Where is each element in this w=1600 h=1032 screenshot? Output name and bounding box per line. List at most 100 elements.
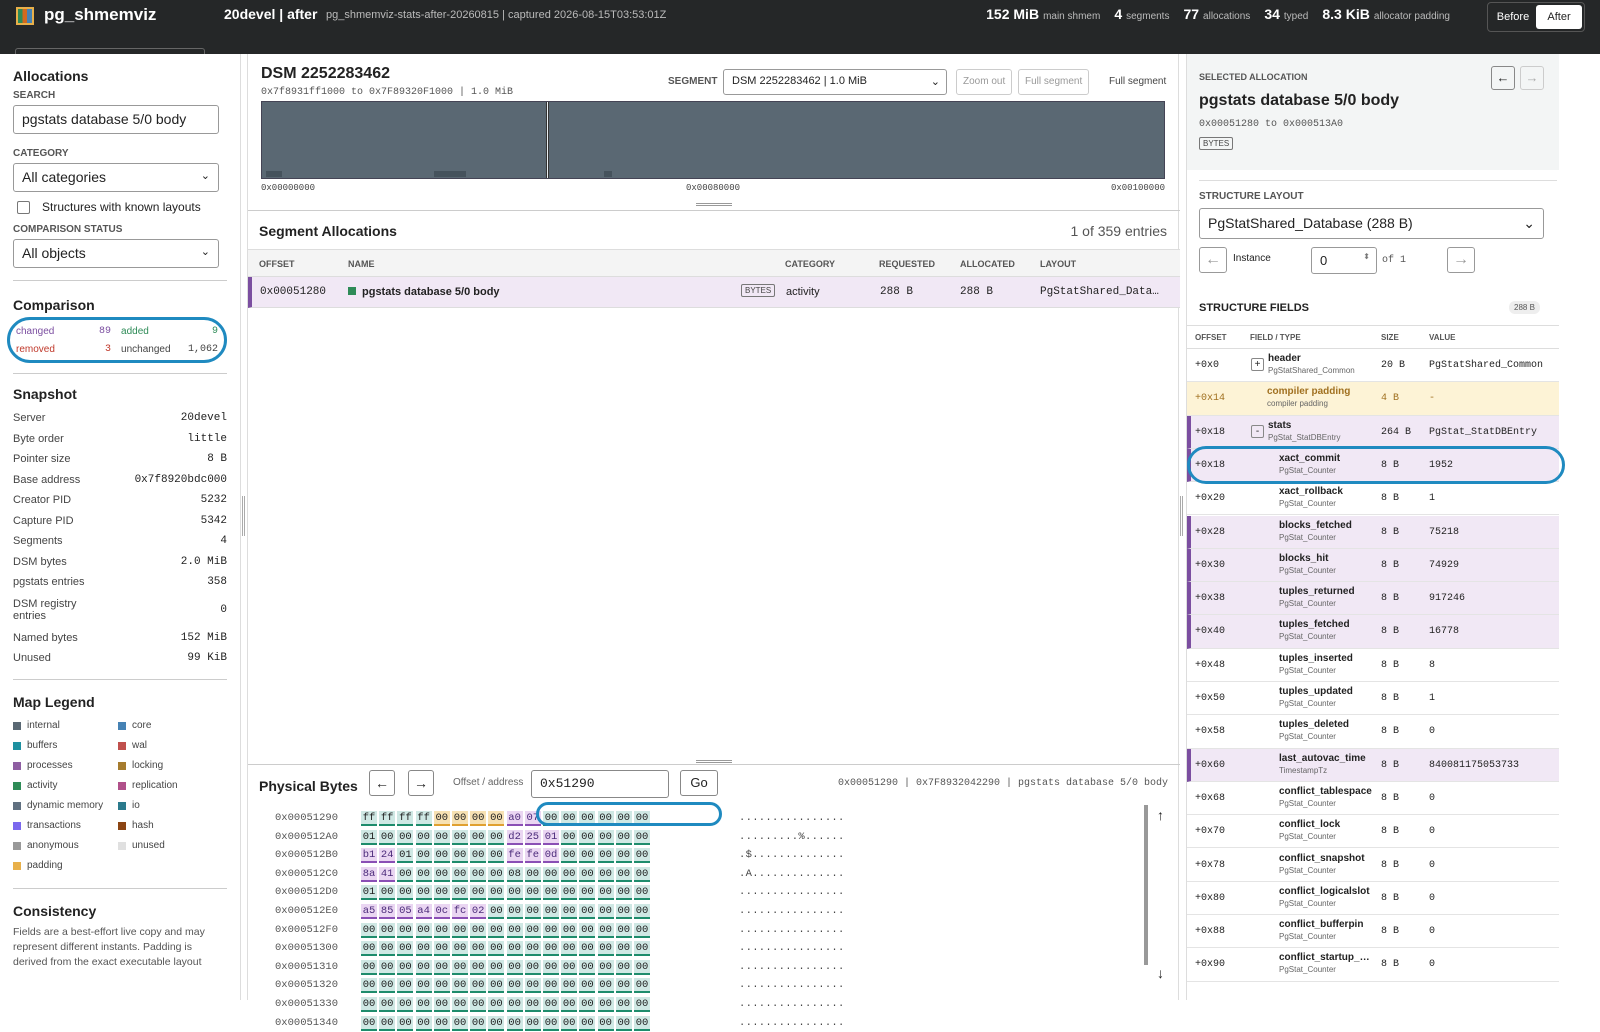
hex-byte[interactable]: 00 [379, 997, 396, 1012]
hex-byte[interactable]: 00 [488, 978, 505, 994]
field-row[interactable]: +0x58 tuples_deleted PgStat_Counter 8 B 0 [1187, 715, 1559, 749]
after-button[interactable]: After [1536, 5, 1582, 29]
hex-byte[interactable]: 00 [543, 997, 559, 1012]
hex-byte[interactable]: 00 [433, 811, 450, 826]
hex-byte[interactable]: 00 [561, 941, 578, 957]
hex-byte[interactable]: 85 [379, 904, 396, 919]
instance-next-button[interactable]: → [1447, 247, 1475, 273]
hex-byte[interactable]: 00 [488, 1015, 505, 1031]
hex-byte[interactable]: 00 [579, 866, 596, 882]
hex-byte[interactable]: 00 [506, 978, 523, 994]
hex-byte[interactable]: 00 [579, 1015, 596, 1031]
hex-byte[interactable]: 00 [415, 941, 432, 957]
hex-byte[interactable]: 00 [615, 885, 632, 901]
field-row[interactable]: +0x18 xact_commit PgStat_Counter 8 B 1952 [1187, 445, 1565, 484]
added-label[interactable]: added [121, 326, 179, 337]
instance-input[interactable]: 0 ⬍ [1311, 247, 1377, 274]
table-row[interactable]: 0x00051280 pgstats database 5/0 body BYT… [248, 277, 1180, 308]
hex-byte[interactable]: 00 [433, 848, 450, 864]
hex-byte[interactable]: 01 [361, 885, 377, 901]
hex-byte[interactable]: 00 [379, 978, 396, 994]
hex-byte[interactable]: 00 [561, 922, 578, 938]
full-segment-button[interactable]: Full segment [1018, 69, 1090, 95]
hex-byte[interactable]: ff [397, 811, 414, 826]
hex-byte[interactable]: 00 [470, 866, 487, 882]
hex-byte[interactable]: 08 [506, 866, 523, 882]
hex-byte[interactable]: 00 [543, 978, 559, 994]
hex-byte[interactable]: 00 [579, 978, 596, 994]
field-row[interactable]: +0x88 conflict_bufferpin PgStat_Counter 8 B… [1187, 915, 1559, 949]
hex-byte[interactable]: 00 [524, 885, 541, 901]
hex-byte[interactable]: 00 [579, 904, 596, 919]
field-row[interactable]: +0x50 tuples_updated PgStat_Counter 8 B 1 [1187, 682, 1559, 716]
hex-byte[interactable]: 00 [452, 811, 468, 826]
hex-byte[interactable]: 00 [506, 922, 523, 938]
hex-byte[interactable]: 00 [415, 922, 432, 938]
hex-byte[interactable]: 00 [452, 959, 468, 975]
hex-byte[interactable]: 00 [452, 829, 468, 845]
hex-byte[interactable]: b1 [361, 848, 377, 864]
hex-byte[interactable]: 00 [579, 941, 596, 957]
hex-byte[interactable]: 00 [433, 922, 450, 938]
hex-byte[interactable]: 00 [524, 959, 541, 975]
hex-byte[interactable]: 00 [415, 978, 432, 994]
hex-byte[interactable]: 00 [470, 848, 487, 864]
hex-byte[interactable]: 25 [524, 829, 541, 845]
hex-byte[interactable]: 00 [615, 922, 632, 938]
hex-byte[interactable]: 00 [488, 904, 505, 919]
removed-label[interactable]: removed [16, 344, 94, 355]
hex-byte[interactable]: 00 [379, 1015, 396, 1031]
field-row[interactable]: +0x90 conflict_startup_… PgStat_Counter 8 B… [1187, 948, 1559, 982]
hex-byte[interactable]: 01 [397, 848, 414, 864]
hex-byte[interactable]: 00 [397, 829, 414, 845]
hex-byte[interactable]: 00 [615, 866, 632, 882]
prev-bytes-button[interactable]: ← [369, 770, 395, 796]
hex-byte[interactable]: a0 [506, 811, 523, 826]
hex-byte[interactable]: a4 [415, 904, 432, 919]
hex-byte[interactable]: 05 [397, 904, 414, 919]
hex-byte[interactable]: 00 [397, 978, 414, 994]
hex-byte[interactable]: 00 [415, 848, 432, 864]
hex-byte[interactable]: 00 [543, 922, 559, 938]
hex-byte[interactable]: 00 [524, 922, 541, 938]
column-layout[interactable]: LAYOUT [1040, 259, 1076, 269]
hex-byte[interactable]: 00 [506, 1015, 523, 1031]
comparison-status-select[interactable]: All objects ⌄ [13, 239, 219, 268]
hex-byte[interactable]: 00 [470, 978, 487, 994]
hex-byte[interactable]: 00 [543, 941, 559, 957]
hex-byte[interactable]: 00 [506, 959, 523, 975]
hex-byte[interactable]: 00 [379, 941, 396, 957]
hex-byte[interactable]: 00 [361, 959, 377, 975]
hex-byte[interactable]: 00 [433, 866, 450, 882]
hex-byte[interactable]: 00 [597, 904, 614, 919]
hex-byte[interactable]: 00 [433, 959, 450, 975]
hex-byte[interactable]: 00 [361, 922, 377, 938]
hex-byte[interactable]: 00 [452, 941, 468, 957]
hex-byte[interactable]: 00 [361, 978, 377, 994]
structure-layout-select[interactable]: PgStatShared_Database (288 B) ⌄ [1199, 208, 1544, 239]
column-name[interactable]: NAME [348, 259, 375, 269]
hex-byte[interactable]: 00 [506, 885, 523, 901]
hex-byte[interactable]: 01 [543, 829, 559, 845]
known-layouts-checkbox[interactable]: Structures with known layouts [17, 200, 240, 214]
hex-byte[interactable]: 00 [470, 885, 487, 901]
stepper-icon[interactable]: ⬍ [1363, 252, 1370, 261]
hex-byte[interactable]: 00 [433, 885, 450, 901]
hex-byte[interactable]: 00 [524, 1015, 541, 1031]
hex-byte[interactable]: 00 [361, 997, 377, 1012]
hex-byte[interactable]: 00 [361, 1015, 377, 1031]
hex-byte[interactable]: 00 [634, 997, 650, 1012]
hex-byte[interactable]: 00 [561, 866, 578, 882]
hex-byte[interactable]: 00 [597, 922, 614, 938]
hex-byte[interactable]: 00 [433, 997, 450, 1012]
hex-byte[interactable]: 00 [634, 848, 650, 864]
hex-byte[interactable]: 00 [597, 848, 614, 864]
hex-byte[interactable]: 00 [561, 848, 578, 864]
hex-byte[interactable]: 00 [634, 829, 650, 845]
hex-byte[interactable]: 00 [634, 866, 650, 882]
hex-byte[interactable]: ff [361, 811, 377, 826]
hex-byte[interactable]: 00 [470, 959, 487, 975]
field-row[interactable]: +0x38 tuples_returned PgStat_Counter 8 B 917… [1187, 582, 1559, 616]
hex-byte[interactable]: 00 [415, 866, 432, 882]
column-requested[interactable]: REQUESTED [879, 259, 935, 269]
